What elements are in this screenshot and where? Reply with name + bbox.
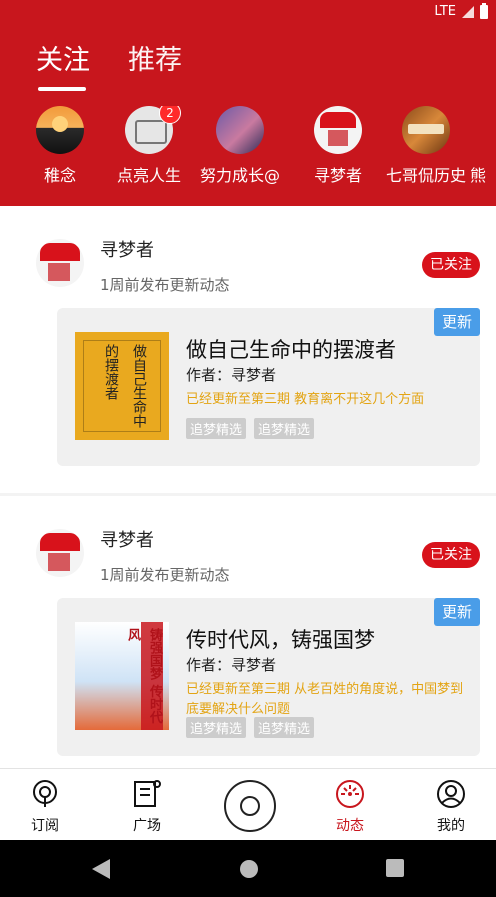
- home-icon[interactable]: [239, 859, 259, 879]
- unread-badge: 2: [159, 106, 181, 124]
- feed-card: 寻梦者 1周前发布更新动态 已关注 更新 做自己生命中的摆渡者 做自己生命中的摆…: [0, 206, 496, 493]
- nav-label: 广场: [133, 818, 161, 834]
- following-item[interactable]: 熊: [470, 106, 496, 186]
- tag-list: 追梦精选 追梦精选: [186, 717, 315, 738]
- followed-button[interactable]: 已关注: [422, 542, 480, 568]
- content-card[interactable]: 更新 铸强国梦 传时代风 传时代风，铸强国梦 作者：寻梦者 已经更新至第三期 从…: [57, 598, 480, 756]
- following-item[interactable]: 努力成长@: [192, 106, 288, 186]
- book-title: 传时代风，铸强国梦: [186, 628, 375, 652]
- cover-text: 做自己生命中的摆渡者: [103, 344, 147, 428]
- feed-card: 寻梦者 1周前发布更新动态 已关注 更新 铸强国梦 传时代风 传时代风，铸强国梦…: [0, 496, 496, 768]
- nav-label: 我的: [437, 818, 465, 834]
- post-time: 1周前发布更新动态: [100, 276, 230, 294]
- post-username[interactable]: 寻梦者: [100, 236, 154, 262]
- following-item[interactable]: 稚念: [12, 106, 108, 186]
- avatar: [314, 106, 362, 154]
- recents-icon[interactable]: [386, 859, 404, 877]
- header: LTE 关注 推荐 稚念 2 点亮人生 努力成长@ 寻梦者 七哥侃历史 熊: [0, 0, 496, 206]
- nav-square[interactable]: 广场: [112, 779, 182, 835]
- following-name: 七哥侃历史: [385, 166, 466, 185]
- avatar: [402, 106, 450, 154]
- following-name: 努力成长@: [199, 166, 280, 185]
- book-cover: 铸强国梦 传时代风: [75, 622, 169, 730]
- nav-subscribe[interactable]: 订阅: [10, 779, 80, 835]
- avatar[interactable]: [36, 239, 84, 287]
- cover-text: 铸强国梦 传时代风: [125, 628, 162, 724]
- status-bar: LTE: [434, 2, 488, 19]
- tab-recommend-label: 推荐: [128, 45, 182, 76]
- content-card[interactable]: 更新 做自己生命中的摆渡者 做自己生命中的摆渡者 作者：寻梦者 已经更新至第三期…: [57, 308, 480, 466]
- following-name: 熊: [470, 166, 487, 185]
- book-cover: 做自己生命中的摆渡者: [75, 332, 169, 440]
- update-badge: 更新: [434, 308, 480, 336]
- nav-me[interactable]: 我的: [416, 779, 486, 835]
- tag[interactable]: 追梦精选: [254, 418, 315, 439]
- following-strip: 稚念 2 点亮人生 努力成长@ 寻梦者 七哥侃历史 熊: [0, 106, 496, 190]
- following-name: 点亮人生: [116, 166, 181, 185]
- following-item[interactable]: 七哥侃历史: [378, 106, 474, 186]
- book-description: 已经更新至第三期 从老百姓的角度说，中国梦到底要解决什么问题: [186, 682, 464, 717]
- list-icon: [132, 779, 162, 809]
- post-time: 1周前发布更新动态: [100, 566, 230, 584]
- nav-label: 动态: [336, 818, 364, 834]
- tag[interactable]: 追梦精选: [186, 717, 247, 738]
- network-label: LTE: [434, 4, 456, 19]
- post-username[interactable]: 寻梦者: [100, 526, 154, 552]
- activity-icon: [335, 779, 365, 809]
- top-tabs: 关注 推荐: [36, 38, 182, 91]
- disc-icon[interactable]: [224, 780, 276, 832]
- tab-following-label: 关注: [36, 45, 90, 76]
- following-item[interactable]: 2 点亮人生: [101, 106, 197, 186]
- book-description: 已经更新至第三期 教育离不开这几个方面: [186, 392, 425, 407]
- tab-indicator: [38, 87, 86, 91]
- book-author: 作者：寻梦者: [186, 366, 277, 384]
- nav-label: 订阅: [31, 818, 59, 834]
- tab-recommend[interactable]: 推荐: [128, 38, 182, 77]
- bottom-nav: 订阅 广场 动态 我的: [0, 768, 496, 841]
- signal-icon: [462, 5, 474, 18]
- followed-button[interactable]: 已关注: [422, 252, 480, 278]
- tag[interactable]: 追梦精选: [186, 418, 247, 439]
- tag[interactable]: 追梦精选: [254, 717, 315, 738]
- avatar: [216, 106, 264, 154]
- system-nav-bar: [0, 840, 496, 897]
- battery-icon: [480, 2, 488, 19]
- tab-following[interactable]: 关注: [36, 38, 90, 91]
- podcast-icon: [30, 779, 60, 809]
- book-author: 作者：寻梦者: [186, 656, 277, 674]
- following-name: 稚念: [43, 166, 76, 185]
- avatar[interactable]: [36, 529, 84, 577]
- following-item[interactable]: 寻梦者: [290, 106, 386, 186]
- book-title: 做自己生命中的摆渡者: [186, 338, 396, 362]
- nav-activity[interactable]: 动态: [315, 779, 385, 835]
- back-icon[interactable]: [92, 859, 110, 879]
- avatar: [36, 106, 84, 154]
- tag-list: 追梦精选 追梦精选: [186, 418, 315, 439]
- update-badge: 更新: [434, 598, 480, 626]
- following-name: 寻梦者: [313, 166, 362, 185]
- profile-icon: [436, 779, 466, 809]
